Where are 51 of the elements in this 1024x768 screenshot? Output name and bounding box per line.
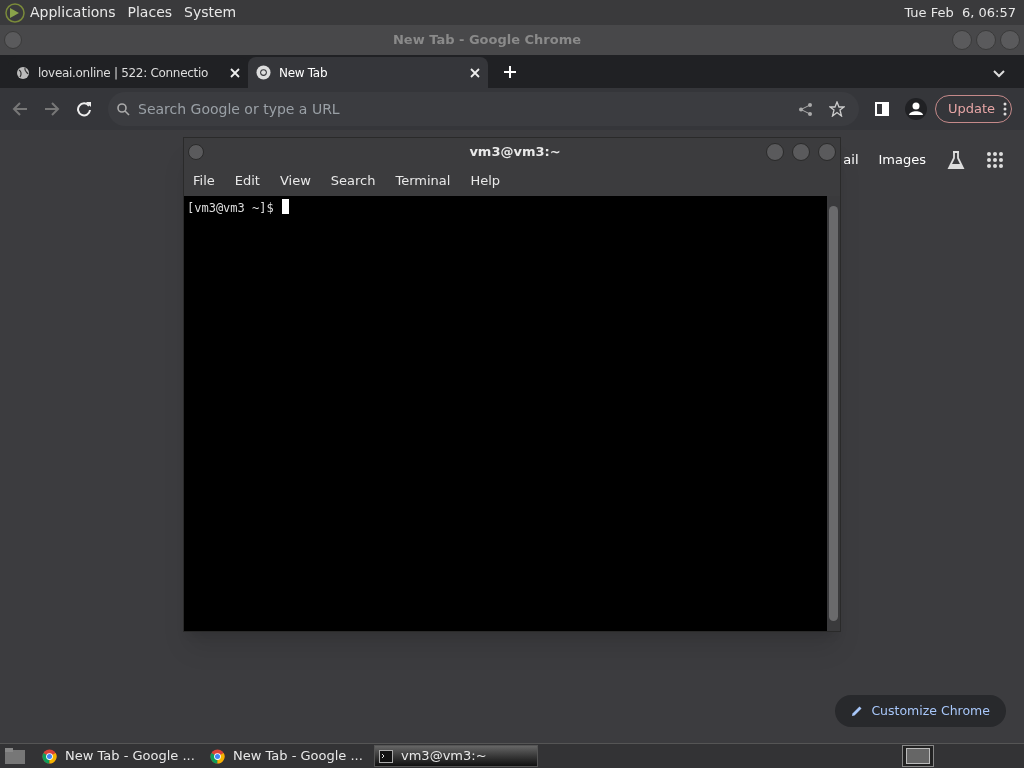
window-menu-icon[interactable] bbox=[188, 144, 204, 160]
terminal-menu[interactable]: View bbox=[279, 171, 311, 191]
terminal-menu[interactable]: Search bbox=[330, 171, 376, 191]
reload-icon[interactable] bbox=[76, 101, 92, 117]
menu-logo-icon[interactable] bbox=[4, 1, 26, 24]
text-cursor bbox=[281, 199, 289, 214]
close-icon[interactable] bbox=[470, 67, 480, 78]
maximize-button[interactable] bbox=[792, 143, 810, 161]
apps-grid-icon[interactable] bbox=[986, 151, 1004, 169]
header-link[interactable]: ail bbox=[843, 150, 859, 170]
close-icon[interactable] bbox=[230, 67, 240, 78]
panel-menu[interactable]: System bbox=[184, 2, 237, 23]
chrome-logo-icon bbox=[42, 748, 57, 764]
taskbar-item[interactable]: New Tab - Google ... bbox=[38, 745, 202, 767]
chrome-logo-icon bbox=[210, 748, 225, 764]
search-icon bbox=[117, 103, 130, 116]
profile-icon[interactable] bbox=[904, 98, 927, 120]
taskbar-item[interactable]: New Tab - Google ... bbox=[206, 745, 370, 767]
customize-chrome-button[interactable]: Customize Chrome bbox=[835, 695, 1006, 727]
show-desktop-icon[interactable] bbox=[4, 747, 26, 765]
terminal-icon bbox=[379, 749, 393, 763]
shell-prompt: [vm3@vm3 ~]$ bbox=[187, 200, 274, 217]
more-icon bbox=[1003, 102, 1007, 116]
back-icon[interactable] bbox=[12, 101, 28, 117]
terminal-menu[interactable]: Help bbox=[470, 171, 501, 191]
terminal-output[interactable]: [vm3@vm3 ~]$ bbox=[184, 196, 827, 631]
terminal-menu[interactable]: Terminal bbox=[395, 171, 451, 191]
side-panel-icon[interactable] bbox=[874, 102, 889, 116]
terminal-menu[interactable]: File bbox=[193, 171, 215, 191]
scrollbar[interactable] bbox=[827, 196, 840, 631]
pencil-icon bbox=[851, 705, 864, 717]
window-title: vm3@vm3:~ bbox=[469, 143, 561, 162]
minimize-button[interactable] bbox=[766, 143, 784, 161]
star-icon[interactable] bbox=[828, 101, 845, 117]
terminal-menu[interactable]: Edit bbox=[234, 171, 260, 191]
workspace-switcher[interactable] bbox=[902, 745, 934, 767]
flask-icon[interactable] bbox=[946, 150, 966, 170]
forward-icon[interactable] bbox=[44, 101, 60, 117]
header-link[interactable]: Images bbox=[878, 150, 926, 170]
browser-tab[interactable]: New Tab bbox=[248, 57, 488, 88]
taskbar-item[interactable]: vm3@vm3:~ bbox=[374, 745, 538, 767]
panel-menu[interactable]: Applications bbox=[30, 2, 116, 23]
window-title: New Tab - Google Chrome bbox=[392, 31, 582, 50]
close-button[interactable] bbox=[818, 143, 836, 161]
panel-menu[interactable]: Places bbox=[127, 2, 173, 23]
globe-icon bbox=[16, 65, 30, 80]
address-field[interactable]: Search Google or type a URL bbox=[108, 92, 859, 126]
chrome-logo-icon bbox=[256, 65, 271, 80]
clock[interactable]: Tue Feb 6, 06:57 bbox=[904, 2, 1016, 23]
plus-icon bbox=[503, 65, 517, 79]
share-icon[interactable] bbox=[797, 102, 813, 117]
